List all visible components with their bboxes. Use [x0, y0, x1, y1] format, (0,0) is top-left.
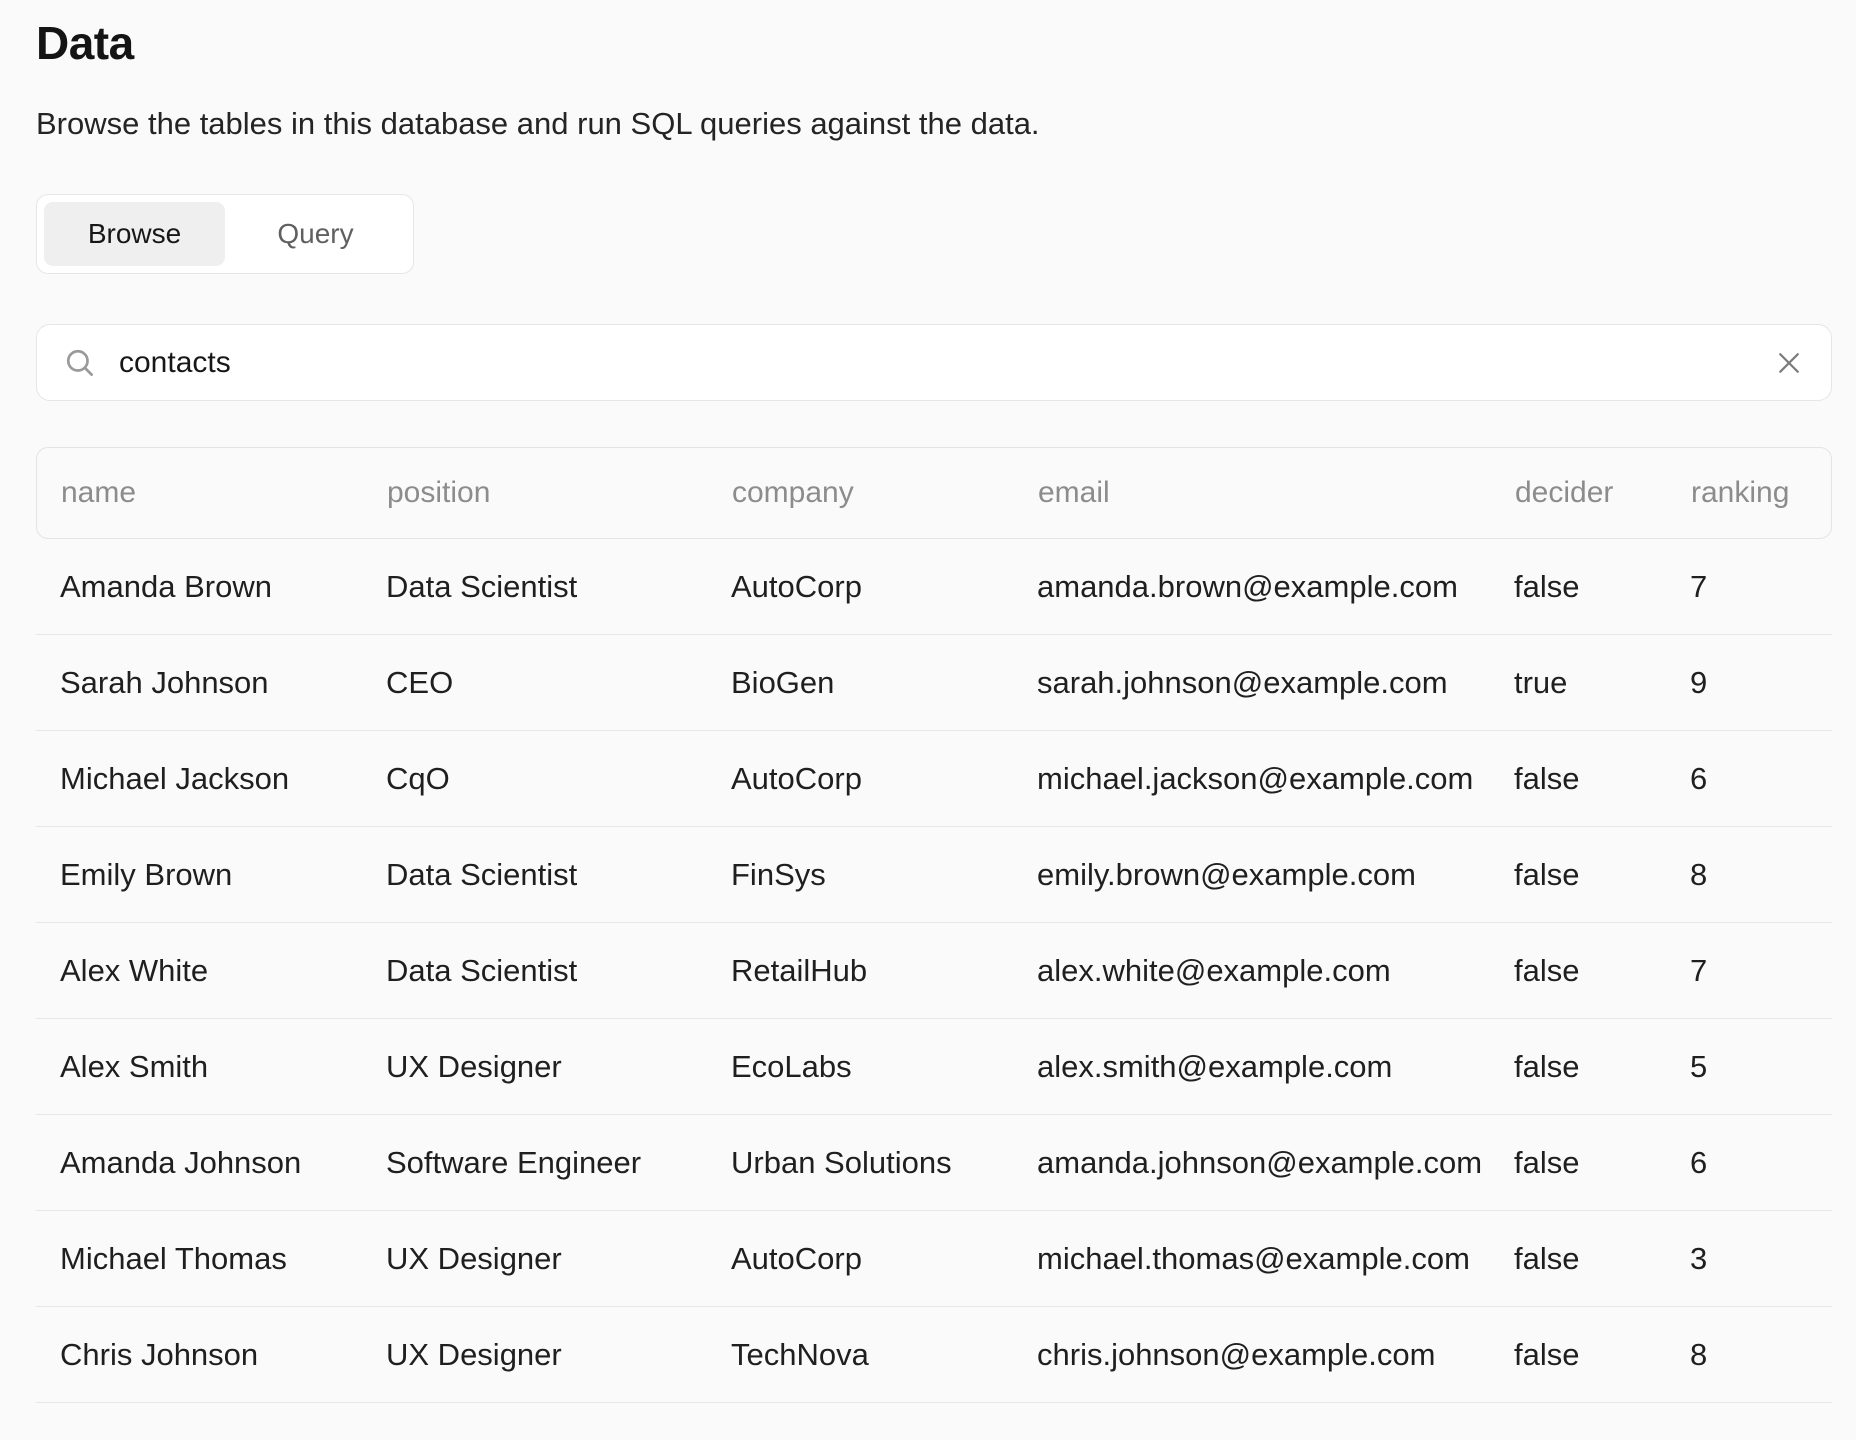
main-content: Data Browse the tables in this database …	[36, 0, 1832, 1403]
cell-name: Sarah Johnson	[60, 665, 386, 701]
cell-email: sarah.johnson@example.com	[1037, 665, 1514, 701]
cell-company: AutoCorp	[731, 761, 1037, 797]
cell-position: UX Designer	[386, 1337, 731, 1373]
cell-email: alex.smith@example.com	[1037, 1049, 1514, 1085]
cell-company: EcoLabs	[731, 1049, 1037, 1085]
cell-company: BioGen	[731, 665, 1037, 701]
table-row: Michael JacksonCqOAutoCorpmichael.jackso…	[36, 731, 1832, 827]
cell-decider: false	[1514, 857, 1690, 893]
column-header-company: company	[732, 476, 1038, 510]
cell-name: Michael Thomas	[60, 1241, 386, 1277]
magnifier-icon	[63, 346, 97, 380]
cell-decider: true	[1514, 665, 1690, 701]
cell-email: emily.brown@example.com	[1037, 857, 1514, 893]
cell-position: CqO	[386, 761, 731, 797]
cell-company: RetailHub	[731, 953, 1037, 989]
search-input[interactable]	[119, 346, 1767, 380]
cell-decider: false	[1514, 1049, 1690, 1085]
cell-ranking: 6	[1690, 1145, 1832, 1181]
cell-name: Michael Jackson	[60, 761, 386, 797]
cell-decider: false	[1514, 761, 1690, 797]
cell-name: Amanda Johnson	[60, 1145, 386, 1181]
cell-company: Urban Solutions	[731, 1145, 1037, 1181]
cell-ranking: 6	[1690, 761, 1832, 797]
column-header-position: position	[387, 476, 732, 510]
cell-position: Data Scientist	[386, 569, 731, 605]
table-header-row: namepositioncompanyemaildeciderranking	[36, 447, 1832, 539]
column-header-name: name	[61, 476, 387, 510]
tab-query[interactable]: Query	[225, 202, 406, 266]
table-row: Chris JohnsonUX DesignerTechNovachris.jo…	[36, 1307, 1832, 1403]
cell-name: Emily Brown	[60, 857, 386, 893]
cell-email: michael.jackson@example.com	[1037, 761, 1514, 797]
column-header-ranking: ranking	[1691, 476, 1833, 510]
cell-ranking: 7	[1690, 953, 1832, 989]
cell-name: Chris Johnson	[60, 1337, 386, 1373]
cell-position: Software Engineer	[386, 1145, 731, 1181]
cell-company: AutoCorp	[731, 1241, 1037, 1277]
column-header-decider: decider	[1515, 476, 1691, 510]
cell-position: Data Scientist	[386, 953, 731, 989]
table-row: Alex WhiteData ScientistRetailHubalex.wh…	[36, 923, 1832, 1019]
cell-position: UX Designer	[386, 1241, 731, 1277]
cell-email: chris.johnson@example.com	[1037, 1337, 1514, 1373]
cell-decider: false	[1514, 1337, 1690, 1373]
cell-position: CEO	[386, 665, 731, 701]
table-row: Sarah JohnsonCEOBioGensarah.johnson@exam…	[36, 635, 1832, 731]
table-row: Emily BrownData ScientistFinSysemily.bro…	[36, 827, 1832, 923]
cell-decider: false	[1514, 953, 1690, 989]
clear-search-button[interactable]	[1767, 341, 1811, 385]
table-row: Alex SmithUX DesignerEcoLabsalex.smith@e…	[36, 1019, 1832, 1115]
cell-email: alex.white@example.com	[1037, 953, 1514, 989]
table-row: Amanda JohnsonSoftware EngineerUrban Sol…	[36, 1115, 1832, 1211]
search-box[interactable]	[36, 324, 1832, 401]
cell-ranking: 8	[1690, 1337, 1832, 1373]
cell-name: Alex White	[60, 953, 386, 989]
table-row: Amanda BrownData ScientistAutoCorpamanda…	[36, 539, 1832, 635]
table-body: Amanda BrownData ScientistAutoCorpamanda…	[36, 539, 1832, 1403]
page-title: Data	[36, 14, 1832, 74]
column-header-email: email	[1038, 476, 1515, 510]
cell-email: amanda.brown@example.com	[1037, 569, 1514, 605]
cell-email: amanda.johnson@example.com	[1037, 1145, 1514, 1181]
close-icon	[1774, 348, 1804, 378]
cell-ranking: 5	[1690, 1049, 1832, 1085]
page-subtitle: Browse the tables in this database and r…	[36, 104, 1832, 144]
cell-decider: false	[1514, 1145, 1690, 1181]
cell-email: michael.thomas@example.com	[1037, 1241, 1514, 1277]
cell-position: UX Designer	[386, 1049, 731, 1085]
cell-position: Data Scientist	[386, 857, 731, 893]
cell-company: AutoCorp	[731, 569, 1037, 605]
cell-ranking: 8	[1690, 857, 1832, 893]
cell-name: Amanda Brown	[60, 569, 386, 605]
view-mode-tabs: BrowseQuery	[36, 194, 414, 274]
tab-browse[interactable]: Browse	[44, 202, 225, 266]
cell-decider: false	[1514, 1241, 1690, 1277]
cell-ranking: 9	[1690, 665, 1832, 701]
cell-ranking: 7	[1690, 569, 1832, 605]
table-row: Michael ThomasUX DesignerAutoCorpmichael…	[36, 1211, 1832, 1307]
cell-company: FinSys	[731, 857, 1037, 893]
cell-company: TechNova	[731, 1337, 1037, 1373]
cell-ranking: 3	[1690, 1241, 1832, 1277]
cell-decider: false	[1514, 569, 1690, 605]
cell-name: Alex Smith	[60, 1049, 386, 1085]
